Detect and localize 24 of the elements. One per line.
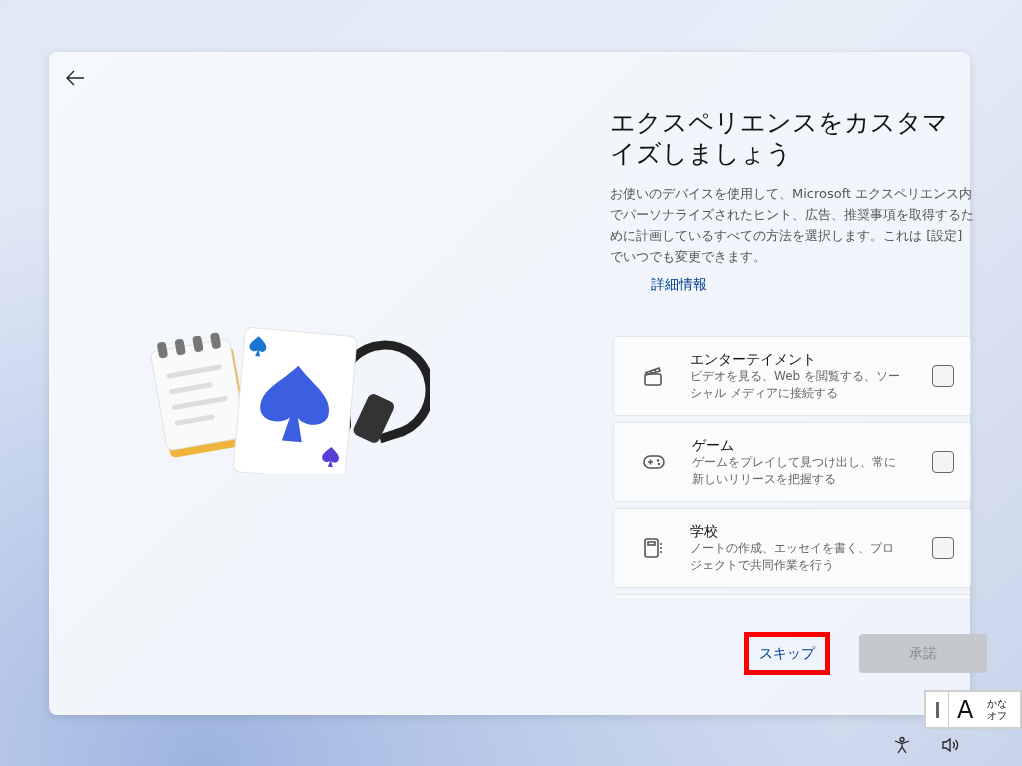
- ime-indicator[interactable]: A かな オフ: [924, 690, 1022, 729]
- checkbox[interactable]: [932, 451, 954, 473]
- learn-more-link[interactable]: 詳細情報: [651, 276, 707, 294]
- option-description: ビデオを見る、Web を閲覧する、ソーシャル メディアに接続する: [690, 368, 901, 402]
- option-description: ゲームをプレイして見つけ出し、常に新しいリリースを把握する: [692, 454, 897, 488]
- checkbox[interactable]: [932, 365, 954, 387]
- accessibility-icon[interactable]: [893, 736, 911, 754]
- option-title: ゲーム: [692, 436, 735, 454]
- kana-status: オフ: [987, 709, 1008, 722]
- notebook-icon: [642, 537, 664, 559]
- description-text: お使いのデバイスを使用して、Microsoft エクスペリエンス内でパーソナライズされたヒント、広告、推奨事項を取得するために計画しているすべての方法を選択します。これは [設定] でいつでも変更できます。: [610, 185, 975, 266]
- speaker-icon[interactable]: [941, 737, 961, 753]
- option-title: エンターテイメント: [690, 350, 817, 368]
- option-card[interactable]: エンターテイメント ビデオを見る、Web を閲覧する、ソーシャル メディアに接続する: [613, 336, 971, 416]
- checkbox[interactable]: [932, 537, 954, 559]
- input-mode-text: A: [957, 695, 974, 724]
- option-card[interactable]: ゲーム ゲームをプレイして見つけ出し、常に新しいリリースを把握する: [613, 422, 971, 502]
- option-description: ノートの作成、エッセイを書く、プロジェクトで共同作業を行う: [690, 540, 895, 574]
- option-card[interactable]: 学校 ノートの作成、エッセイを書く、プロジェクトで共同作業を行う: [613, 508, 971, 588]
- clapperboard-icon: [642, 365, 664, 387]
- page-title: エクスペリエンスをカスタマイズしましょう: [610, 107, 949, 169]
- option-title: 学校: [690, 522, 719, 540]
- kana-label: かな: [987, 697, 1008, 710]
- skip-button[interactable]: スキップ: [744, 632, 830, 675]
